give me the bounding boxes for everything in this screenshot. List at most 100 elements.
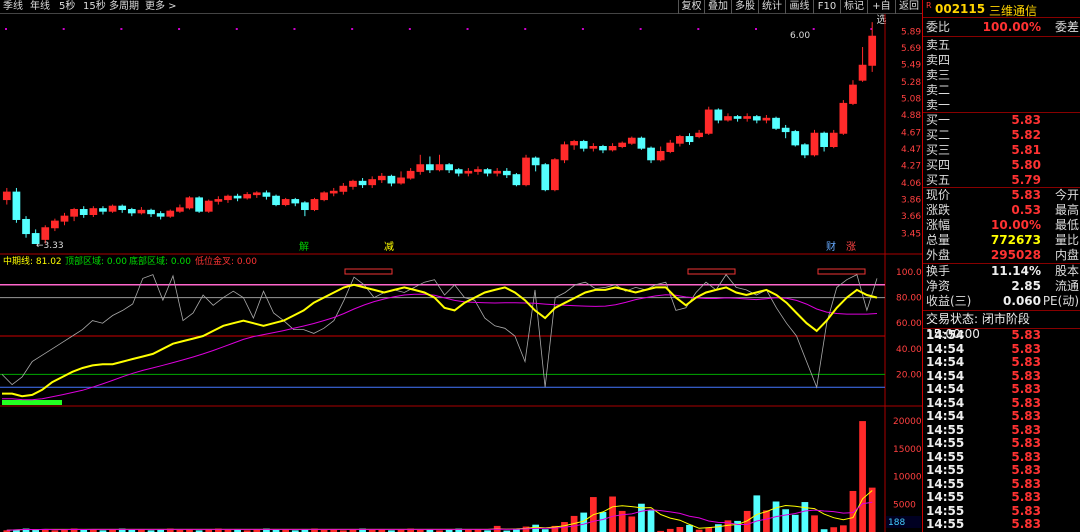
tick-price: 5.83: [1011, 395, 1041, 410]
candle-body: [464, 170, 473, 174]
sell-label: 卖五: [926, 38, 951, 52]
tick-time: 14:55: [926, 463, 965, 477]
candle-body: [99, 208, 107, 212]
period-year[interactable]: 年线: [30, 0, 50, 14]
candle-body: [676, 136, 684, 144]
stat-row: 涨幅 10.00% 最低: [923, 218, 1080, 233]
stat2-row: 换手 11.14% 股本: [923, 264, 1080, 279]
volume-tick: 5000: [893, 500, 916, 510]
period-multi[interactable]: 多周期: [109, 0, 139, 14]
restore-rights-button[interactable]: 复权: [678, 0, 704, 14]
volume-bar: [734, 520, 741, 532]
stat-label: 涨幅: [926, 218, 951, 232]
period-15s[interactable]: 15秒: [83, 0, 106, 14]
tick-price: 5.83: [1011, 409, 1041, 423]
volume-bar: [724, 520, 732, 532]
candle-body: [377, 175, 386, 181]
add-favorite-button[interactable]: +自选: [867, 0, 895, 26]
volume-bar: [686, 524, 693, 532]
buy-price: 5.80: [1011, 158, 1041, 172]
chart-area[interactable]: 5.89 5.69 5.49 5.28 5.08 4.88 4.67 4.47 4.27 4.06…: [0, 14, 922, 532]
stock-code: 002115: [935, 2, 986, 16]
buy-price: 5.82: [1011, 128, 1041, 142]
candle-body: [166, 210, 175, 217]
candle-body: [522, 157, 530, 186]
f10-button[interactable]: F10: [813, 0, 840, 14]
statistics-button[interactable]: 统计: [758, 0, 785, 14]
candle-body: [762, 117, 771, 121]
quote-panel: R 002115 三维通信 委比 100.00% 委差 卖五 卖四 卖三 卖二 卖一 买…: [922, 0, 1080, 532]
stat-label2: 今开: [1054, 188, 1079, 202]
tick-price: 5.83: [1011, 422, 1041, 437]
stat2-label2: 流通: [1054, 279, 1079, 293]
high-price-label: 6.00: [790, 31, 810, 41]
candle-body: [291, 199, 300, 204]
indicator-white-line: [1, 273, 878, 389]
period-toolbar: 季线 年线 5秒 15秒 多周期 更多 > 复权 叠加 多股 统计 画线 F10…: [0, 0, 922, 26]
price-tick: 5.28: [901, 78, 921, 88]
multi-stock-button[interactable]: 多股: [731, 0, 758, 14]
stat2-label: 收益(三): [926, 294, 972, 308]
signal-dot: [62, 28, 65, 30]
tick-row: 14:54 5.83: [923, 329, 1080, 342]
back-button[interactable]: 返回: [895, 0, 922, 14]
candle-body: [426, 164, 434, 171]
candle-body: [262, 192, 271, 197]
candle-body: [118, 205, 127, 211]
price-tick: 4.47: [901, 145, 921, 155]
price-tick: 3.66: [901, 212, 921, 222]
candle-body: [137, 209, 146, 214]
volume-bar: [868, 487, 876, 532]
stat-label2: 内盘: [1054, 248, 1079, 262]
period-5s[interactable]: 5秒: [59, 0, 75, 14]
volume-bar: [647, 510, 655, 532]
mark-button[interactable]: 标记: [840, 0, 867, 14]
signal-dot: [639, 28, 642, 30]
period-more[interactable]: 更多 >: [145, 0, 177, 14]
volume-bar: [811, 515, 818, 532]
volume-bar: [859, 421, 866, 532]
volume-bar: [628, 516, 636, 532]
signal-dot: [235, 28, 238, 30]
stat2-label2: PE(动): [1042, 294, 1079, 308]
weibi-label: 委比: [926, 20, 951, 34]
volume-bar: [791, 514, 799, 532]
overlay-button[interactable]: 叠加: [704, 0, 731, 14]
candle-body: [320, 192, 328, 201]
stat2-row: 收益(三) 0.060 PE(动): [923, 294, 1080, 309]
event-marker: 财: [826, 240, 836, 253]
volume-tick: 10000: [893, 473, 922, 483]
stat2-label: 换手: [926, 264, 951, 278]
candle-body: [752, 116, 761, 121]
candle-body: [60, 215, 69, 222]
candle-body: [127, 209, 136, 214]
candle-body: [41, 227, 50, 240]
signal-dot: [351, 28, 354, 30]
r-badge: R: [926, 1, 932, 10]
top-zone-box: [687, 268, 736, 275]
candle-body: [579, 141, 588, 149]
candle-body: [233, 195, 242, 199]
stat2-value: 11.14%: [991, 264, 1041, 278]
stat2-label: 净资: [926, 279, 951, 293]
tick-price: 5.83: [1011, 328, 1041, 342]
sell-level-1: 卖一: [923, 98, 1080, 113]
tick-price: 5.83: [1011, 382, 1041, 396]
buy-level-4: 买四 5.80: [923, 158, 1080, 173]
tick-time: 14:54: [926, 395, 965, 410]
tick-row: 14:55 5.83: [923, 437, 1080, 450]
price-tick: 5.89: [901, 27, 921, 37]
period-season[interactable]: 季线: [3, 0, 23, 14]
candle-body: [858, 64, 867, 81]
candle-body: [108, 205, 117, 212]
stat-row: 外盘 295028 内盘: [923, 248, 1080, 263]
candle-body: [185, 197, 194, 209]
candle-body: [820, 132, 828, 148]
indicator-magenta-line: [2, 293, 878, 401]
tick-price: 5.83: [1011, 341, 1041, 356]
candle-body: [416, 164, 425, 172]
stat-value: 772673: [990, 233, 1041, 247]
candle-body: [849, 84, 857, 104]
candle-body: [714, 109, 723, 121]
draw-line-button[interactable]: 画线: [785, 0, 813, 14]
